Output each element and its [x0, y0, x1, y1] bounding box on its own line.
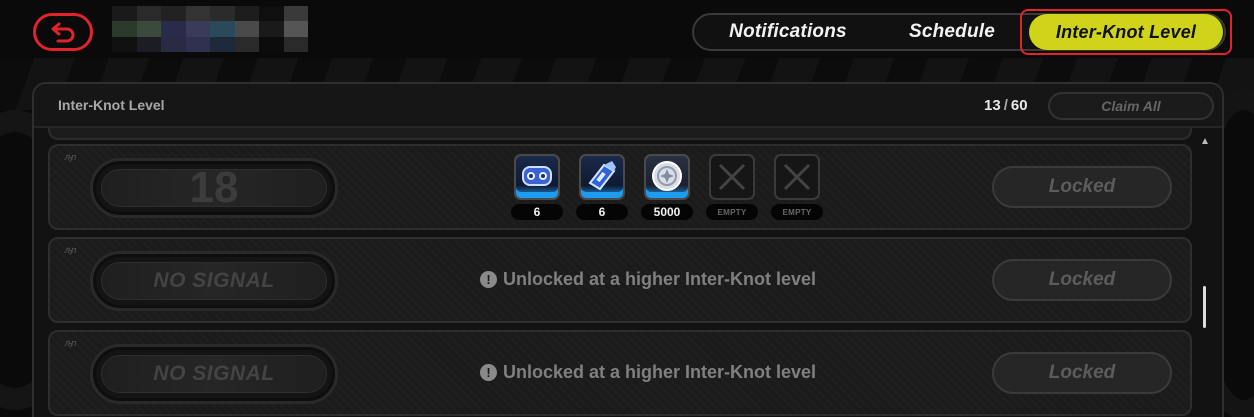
previous-row-edge	[48, 128, 1192, 140]
level-badge: NO SIGNAL	[90, 344, 338, 404]
locked-button[interactable]: Locked	[992, 166, 1172, 208]
alert-icon: !	[480, 364, 497, 381]
empty-slot-icon	[783, 163, 811, 191]
unlock-message: ! Unlocked at a higher Inter-Knot level	[480, 269, 890, 290]
unlock-message-text: Unlocked at a higher Inter-Knot level	[503, 269, 817, 289]
tab-notifications[interactable]: Notifications	[694, 15, 882, 49]
level-progress: 13/60	[984, 97, 1028, 114]
username-blurred	[112, 6, 308, 52]
scroll-up-arrow-icon[interactable]	[1202, 138, 1208, 144]
scroll-thumb[interactable]	[1203, 286, 1206, 328]
level-row: ԠП NO SIGNAL ! Unlocked at a higher Inte…	[48, 237, 1192, 323]
panel-header: Inter-Knot Level 13/60 Claim All	[34, 84, 1222, 128]
no-signal-label: NO SIGNAL	[153, 362, 275, 385]
reward-item[interactable]: 5000	[641, 154, 693, 220]
reward-count: 6	[576, 204, 628, 220]
tab-bar: Notifications Schedule Inter-Knot Level	[692, 9, 1232, 55]
level-badge: NO SIGNAL	[90, 251, 338, 311]
row-logo: ԠП	[64, 155, 76, 162]
row-logo: ԠП	[64, 341, 76, 348]
tab-schedule[interactable]: Schedule	[882, 15, 1022, 49]
silver-coin-icon	[652, 161, 682, 191]
level-number: 18	[189, 163, 239, 212]
unlock-message: ! Unlocked at a higher Inter-Knot level	[480, 362, 890, 383]
tab-inter-knot-level-highlight: Inter-Knot Level	[1020, 9, 1232, 55]
inter-knot-level-panel: Inter-Knot Level 13/60 Claim All ԠП 18 6	[32, 82, 1224, 417]
progress-separator: /	[1003, 97, 1008, 114]
reward-item-empty: EMPTY	[706, 154, 758, 220]
empty-slot-icon	[718, 163, 746, 191]
blue-tool-icon	[588, 161, 616, 191]
locked-button[interactable]: Locked	[992, 259, 1172, 301]
level-row: ԠП 18 6 6 5000 EMPTY EMPTY Locked	[48, 144, 1192, 230]
reward-count: 6	[511, 204, 563, 220]
progress-current: 13	[984, 97, 1001, 114]
reward-count: EMPTY	[771, 204, 823, 220]
reward-count: EMPTY	[706, 204, 758, 220]
back-button[interactable]	[33, 13, 93, 51]
level-row: ԠП NO SIGNAL ! Unlocked at a higher Inte…	[48, 330, 1192, 416]
reward-item-empty: EMPTY	[771, 154, 823, 220]
alert-icon: !	[480, 271, 497, 288]
reward-item[interactable]: 6	[511, 154, 563, 220]
reward-item[interactable]: 6	[576, 154, 628, 220]
locked-button[interactable]: Locked	[992, 352, 1172, 394]
progress-total: 60	[1010, 97, 1028, 114]
blue-gadget-icon	[522, 166, 552, 186]
reward-count: 5000	[641, 204, 693, 220]
claim-all-button[interactable]: Claim All	[1048, 92, 1214, 120]
level-badge: 18	[90, 158, 338, 218]
tab-inter-knot-level[interactable]: Inter-Knot Level	[1029, 14, 1223, 50]
unlock-message-text: Unlocked at a higher Inter-Knot level	[503, 362, 817, 382]
reward-list: 6 6 5000 EMPTY EMPTY	[511, 154, 823, 220]
scrollbar[interactable]	[1202, 138, 1208, 417]
row-logo: ԠП	[64, 248, 76, 255]
no-signal-label: NO SIGNAL	[153, 269, 275, 292]
back-arrow-icon	[51, 22, 75, 43]
panel-title: Inter-Knot Level	[58, 97, 165, 113]
